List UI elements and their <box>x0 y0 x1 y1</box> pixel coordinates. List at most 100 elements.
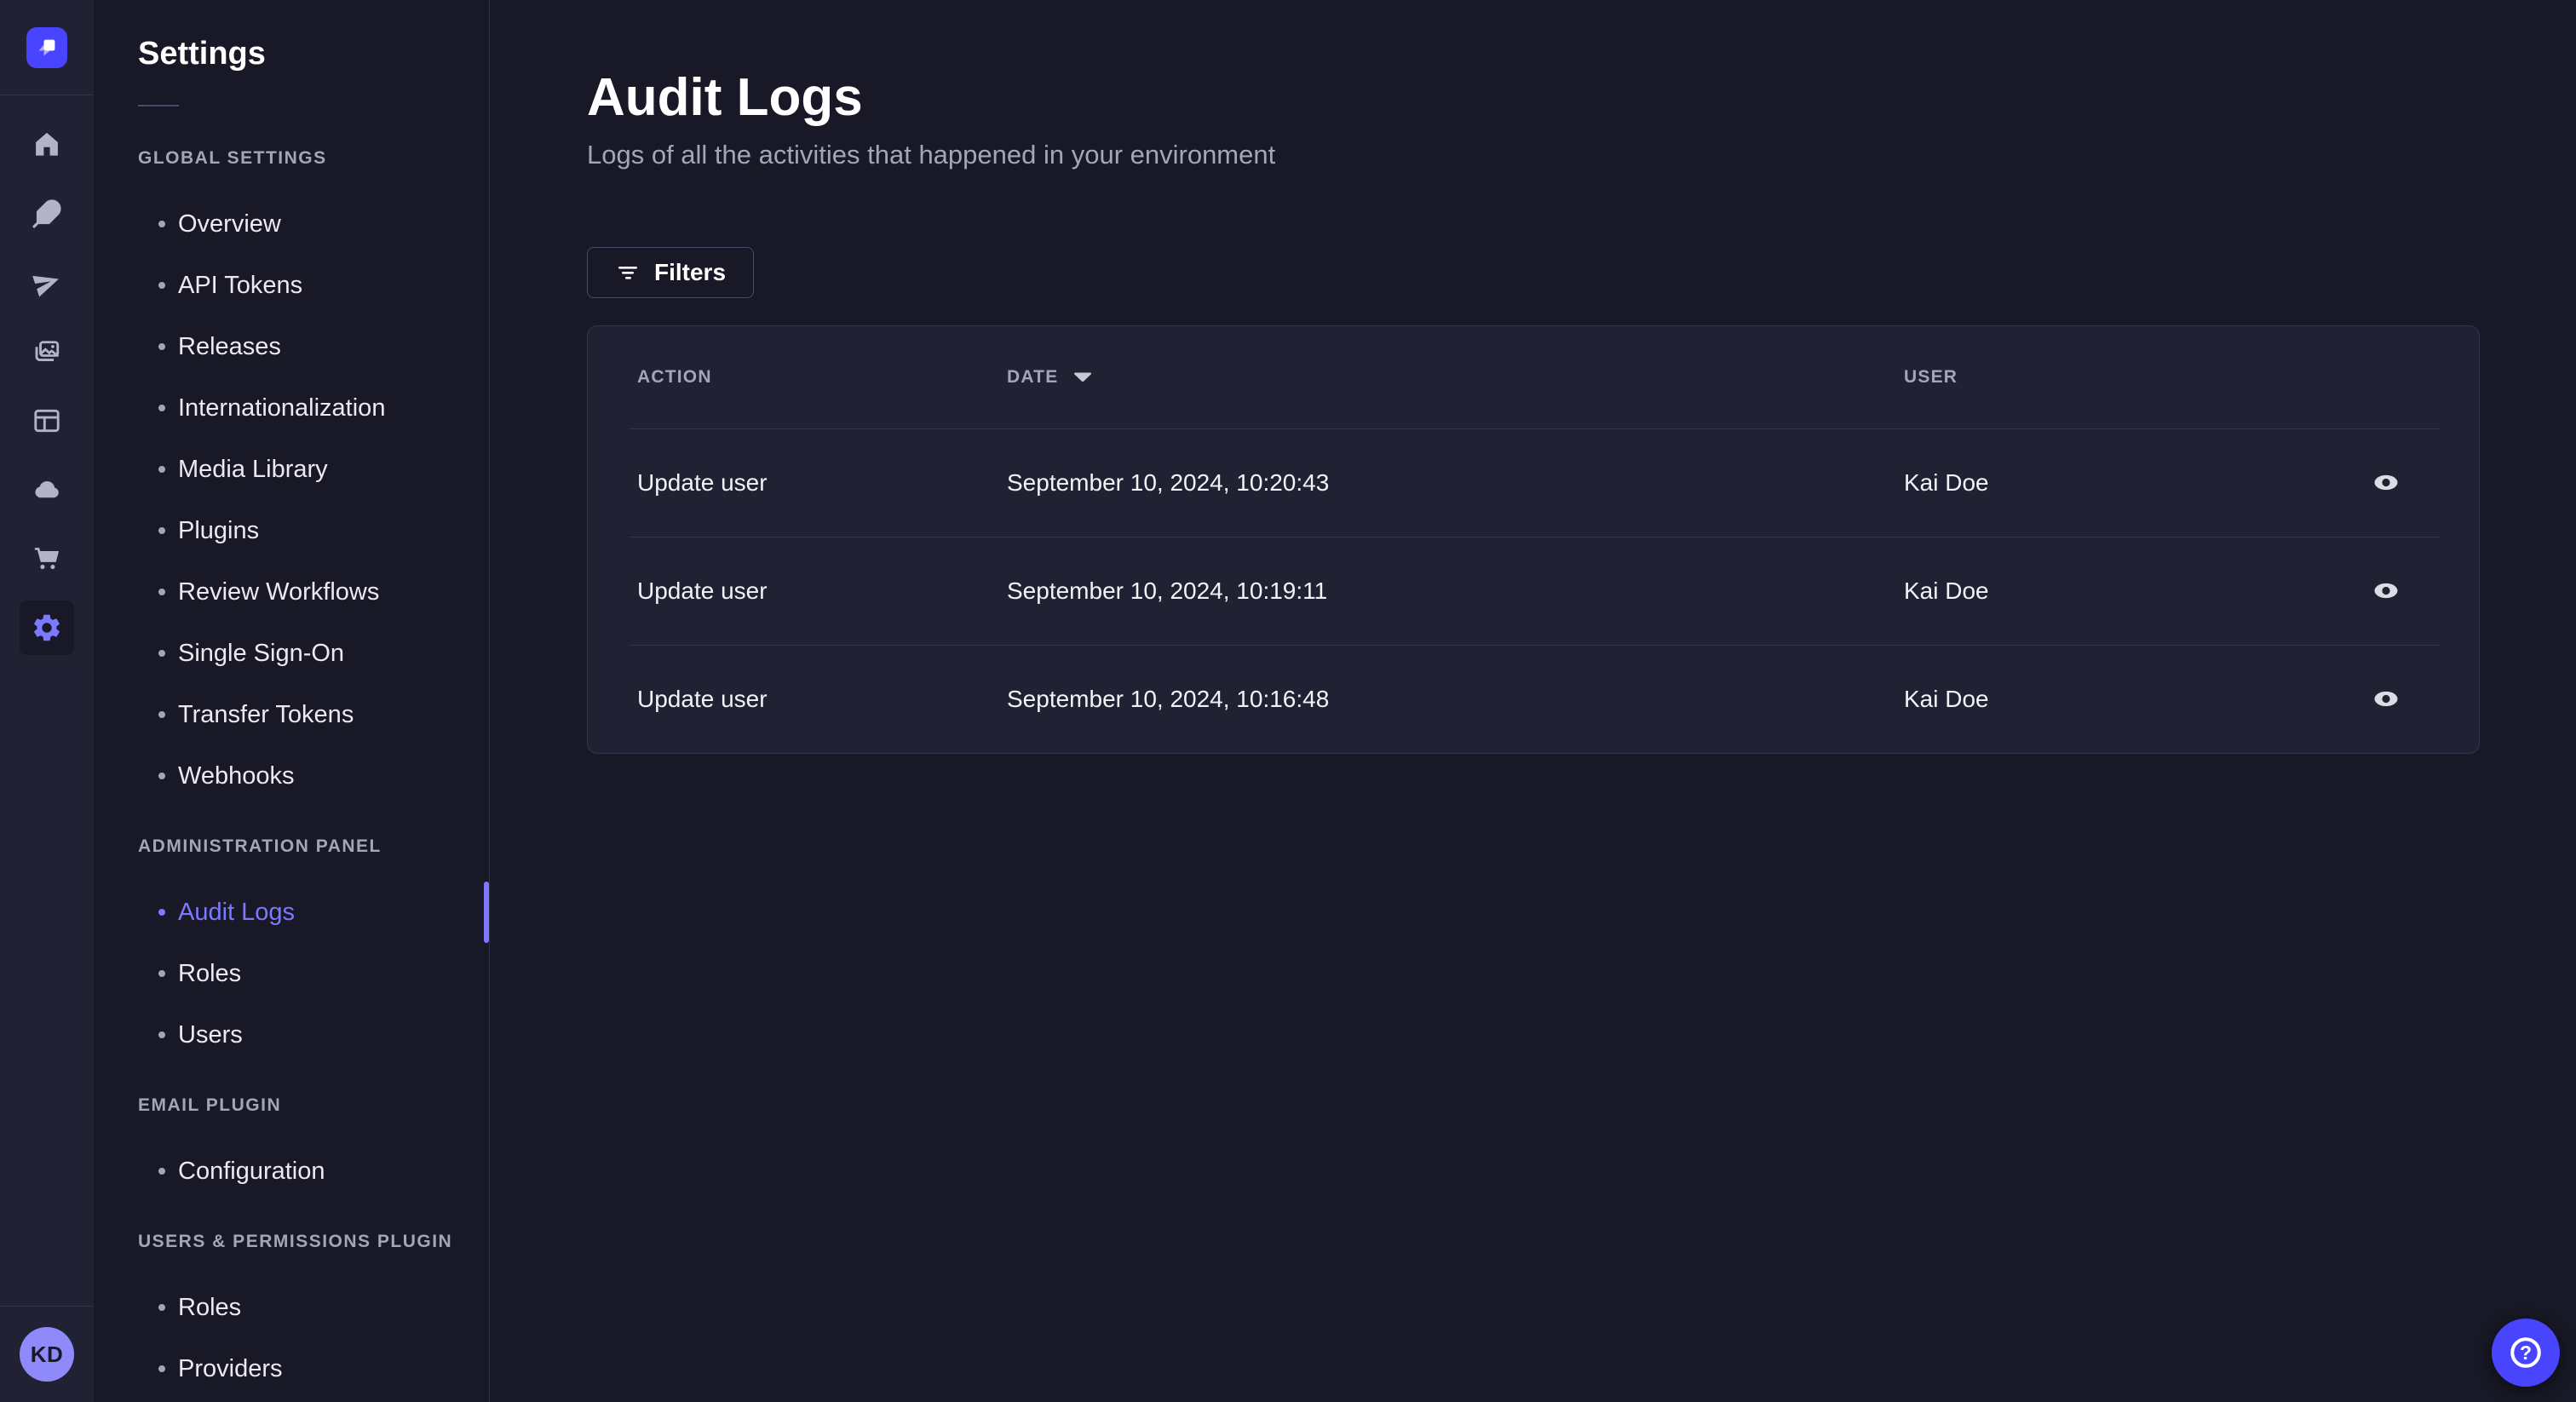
filters-button[interactable]: Filters <box>587 247 755 298</box>
gear-settings-icon[interactable] <box>20 600 74 655</box>
audit-logs-table-card: ACTION DATE USER Update user September 1… <box>587 325 2480 754</box>
strapi-admin-page: KD Settings GLOBAL SETTINGS Overview API… <box>0 0 2576 1402</box>
subnav-item-admin-roles[interactable]: Roles <box>138 943 489 1004</box>
subnav-item-internationalization[interactable]: Internationalization <box>138 377 489 439</box>
subnav-item-single-sign-on[interactable]: Single Sign-On <box>138 623 489 684</box>
subnav-item-review-workflows[interactable]: Review Workflows <box>138 561 489 623</box>
bullet-dot <box>158 527 165 534</box>
view-log-eye-icon[interactable] <box>2366 576 2406 606</box>
main-nav-rail: KD <box>0 0 94 1402</box>
active-indicator-bar <box>484 882 489 943</box>
filter-icon <box>618 267 637 279</box>
feather-icon[interactable] <box>20 187 74 241</box>
cell-date: September 10, 2024, 10:20:43 <box>1007 468 1330 496</box>
subnav-item-label: Users <box>178 1020 243 1049</box>
date-sort-control[interactable]: DATE <box>1007 367 1092 388</box>
subnav-item-api-tokens[interactable]: API Tokens <box>138 255 489 316</box>
main-content: Audit Logs Logs of all the activities th… <box>490 0 2576 1402</box>
cell-action: Update user <box>637 577 768 604</box>
subnav-item-media-library[interactable]: Media Library <box>138 439 489 500</box>
section-label: USERS & PERMISSIONS PLUGIN <box>138 1232 453 1251</box>
subnav-item-label: Configuration <box>178 1157 325 1185</box>
section-label: EMAIL PLUGIN <box>138 1095 282 1115</box>
subnav-item-users[interactable]: Users <box>138 1004 489 1066</box>
page-subtitle: Logs of all the activities that happened… <box>587 140 1276 170</box>
bullet-dot <box>158 970 165 977</box>
cell-user: Kai Doe <box>1904 577 1989 604</box>
logo-area <box>0 0 94 95</box>
cell-date: September 10, 2024, 10:19:11 <box>1007 577 1328 604</box>
subnav-item-transfer-tokens[interactable]: Transfer Tokens <box>138 684 489 745</box>
bullet-dot <box>158 1304 165 1311</box>
cloud-icon[interactable] <box>20 463 74 517</box>
section-email-plugin: EMAIL PLUGIN Configuration <box>138 1087 489 1202</box>
media-library-icon[interactable] <box>20 325 74 379</box>
help-button[interactable]: ? <box>2492 1319 2560 1387</box>
subnav-item-label: Single Sign-On <box>178 639 345 667</box>
section-global-settings: GLOBAL SETTINGS Overview API Tokens Rele… <box>138 140 489 807</box>
subnav-item-label: Transfer Tokens <box>178 700 354 728</box>
bullet-dot <box>158 1365 165 1372</box>
bullet-dot <box>158 466 165 473</box>
cell-user: Kai Doe <box>1904 685 1989 712</box>
filters-button-label: Filters <box>654 259 727 285</box>
bullet-dot <box>158 1031 165 1038</box>
subnav-item-label: Plugins <box>178 516 260 544</box>
view-log-eye-icon[interactable] <box>2366 468 2406 497</box>
subnav-item-overview[interactable]: Overview <box>138 193 489 255</box>
table-row: Update user September 10, 2024, 10:20:43… <box>629 428 2440 537</box>
subnav-item-label: Media Library <box>178 455 328 483</box>
table-row: Update user September 10, 2024, 10:19:11… <box>629 537 2440 645</box>
layout-panel-icon[interactable] <box>20 394 74 448</box>
bullet-dot <box>158 405 165 411</box>
subnav-item-webhooks[interactable]: Webhooks <box>138 745 489 807</box>
column-header-action: ACTION <box>637 366 712 387</box>
bullet-dot <box>158 711 165 718</box>
subnav-item-up-roles[interactable]: Roles <box>138 1277 489 1338</box>
bullet-dot <box>158 773 165 779</box>
subnav-item-label: Releases <box>178 332 281 360</box>
bullet-dot <box>158 282 165 289</box>
audit-logs-table: ACTION DATE USER Update user September 1… <box>629 326 2440 753</box>
section-administration-panel: ADMINISTRATION PANEL Audit Logs Roles Us… <box>138 828 489 1066</box>
view-log-eye-icon[interactable] <box>2366 684 2406 714</box>
table-row: Update user September 10, 2024, 10:16:48… <box>629 645 2440 753</box>
rail-bottom: KD <box>0 1306 94 1402</box>
cell-date: September 10, 2024, 10:16:48 <box>1007 685 1330 712</box>
cell-action: Update user <box>637 468 768 496</box>
column-header-date: DATE <box>998 326 1895 428</box>
subnav-title: Settings <box>138 36 266 72</box>
paper-plane-icon[interactable] <box>20 256 74 310</box>
title-divider <box>138 105 179 106</box>
subnav-item-label: Internationalization <box>178 394 386 422</box>
subnav-item-label: Roles <box>178 1293 242 1321</box>
subnav-item-label: Roles <box>178 959 242 987</box>
subnav-item-plugins[interactable]: Plugins <box>138 500 489 561</box>
subnav-item-label: Overview <box>178 210 281 238</box>
section-label: GLOBAL SETTINGS <box>138 148 327 168</box>
avatar[interactable]: KD <box>20 1327 74 1382</box>
cell-user: Kai Doe <box>1904 468 1989 496</box>
question-mark-icon: ? <box>2510 1337 2541 1368</box>
subnav-item-releases[interactable]: Releases <box>138 316 489 377</box>
column-header-date-label: DATE <box>1007 366 1059 387</box>
subnav-item-providers[interactable]: Providers <box>138 1338 489 1399</box>
strapi-logo-icon[interactable] <box>26 26 67 68</box>
bullet-dot <box>158 221 165 227</box>
subnav-item-label: Review Workflows <box>178 577 380 606</box>
page-title: Audit Logs <box>587 68 863 127</box>
bullet-dot <box>158 1168 165 1175</box>
subnav-item-audit-logs[interactable]: Audit Logs <box>138 882 489 943</box>
section-users-permissions-plugin: USERS & PERMISSIONS PLUGIN Roles Provide… <box>138 1223 489 1399</box>
subnav-item-configuration[interactable]: Configuration <box>138 1141 489 1202</box>
question-glyph: ? <box>2520 1342 2532 1364</box>
subnav-item-label: Webhooks <box>178 761 295 790</box>
bullet-dot <box>158 909 165 916</box>
cell-action: Update user <box>637 685 768 712</box>
section-label: ADMINISTRATION PANEL <box>138 836 382 856</box>
table-header-row: ACTION DATE USER <box>629 326 2440 428</box>
subnav-item-label: API Tokens <box>178 271 303 299</box>
column-header-user: USER <box>1904 366 1958 387</box>
home-icon[interactable] <box>20 118 74 172</box>
shopping-cart-icon[interactable] <box>20 531 74 586</box>
